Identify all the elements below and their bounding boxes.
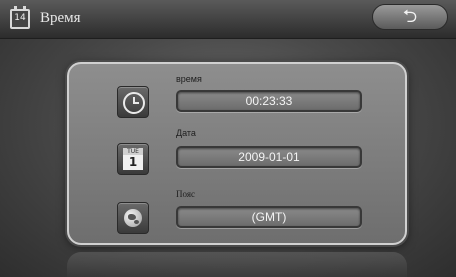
back-arrow-icon: ⮌ bbox=[402, 6, 418, 27]
page-title: Время bbox=[40, 10, 81, 26]
timezone-icon-button[interactable] bbox=[117, 202, 149, 234]
panel-reflection bbox=[67, 252, 407, 277]
time-label: время bbox=[176, 74, 202, 84]
back-button[interactable]: ⮌ bbox=[372, 4, 448, 30]
calendar-icon-day: TUE bbox=[123, 148, 143, 155]
globe-icon bbox=[124, 209, 142, 227]
date-icon-button[interactable]: TUE 1 bbox=[117, 143, 149, 175]
clock-icon bbox=[123, 92, 145, 114]
clock-icon-button[interactable] bbox=[117, 86, 149, 118]
time-settings-screen: 14 Время ⮌ время 00:23:33 TUE 1 Дата 200… bbox=[0, 0, 456, 277]
calendar-icon: 1 bbox=[123, 155, 143, 170]
title-bar: 14 Время ⮌ bbox=[0, 0, 456, 39]
time-field[interactable]: 00:23:33 bbox=[176, 90, 362, 112]
timezone-field[interactable]: (GMT) bbox=[176, 206, 362, 228]
date-label: Дата bbox=[176, 128, 196, 138]
date-field[interactable]: 2009-01-01 bbox=[176, 146, 362, 168]
timezone-label: Пояс bbox=[176, 189, 195, 199]
calendar-icon: 14 bbox=[10, 6, 30, 29]
